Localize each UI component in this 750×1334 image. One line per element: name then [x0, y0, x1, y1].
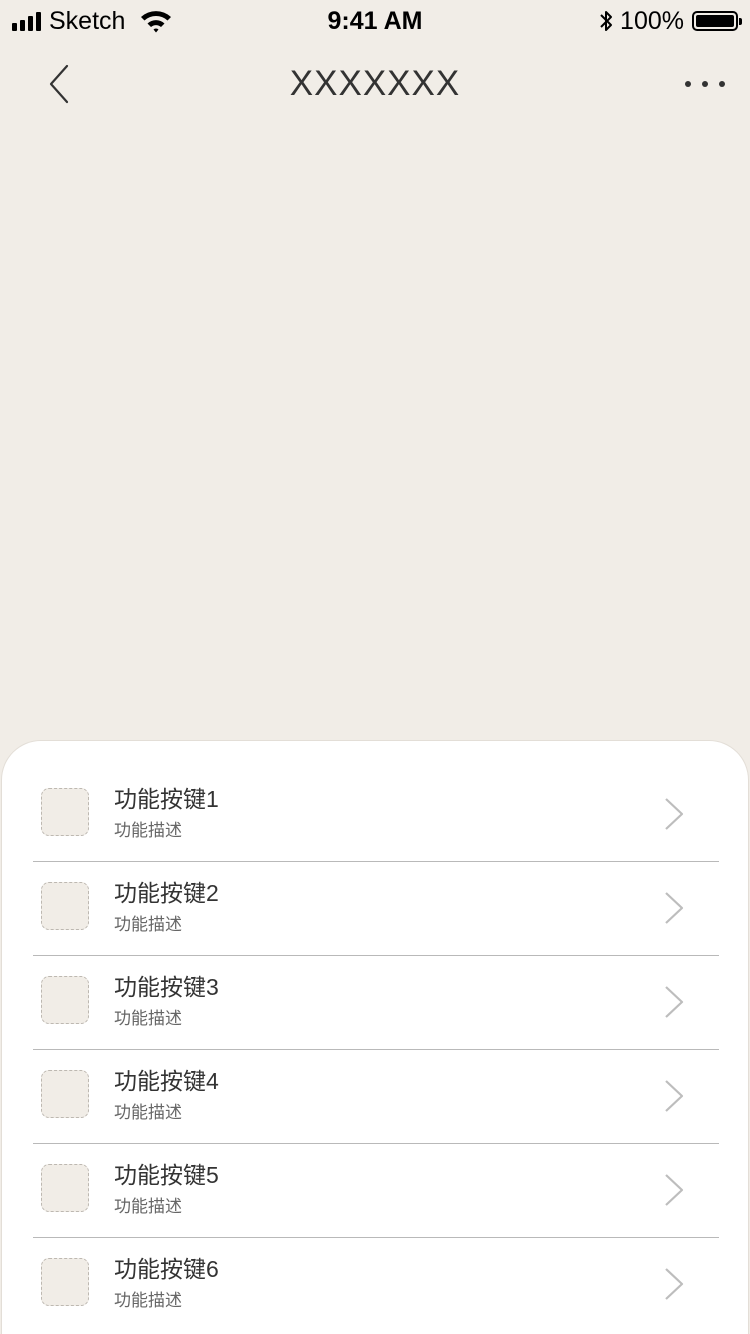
placeholder-icon [41, 1164, 89, 1212]
item-title: 功能按键3 [114, 974, 219, 1000]
item-title: 功能按键5 [114, 1162, 219, 1188]
chevron-right-icon [665, 1268, 684, 1300]
function-list: 功能按键1 功能描述 功能按键2 功能描述 功能按键3 功能描述 功能按键4 功… [33, 768, 719, 1331]
item-description: 功能描述 [114, 1009, 182, 1028]
status-right: 100% [598, 6, 742, 36]
chevron-right-icon [665, 798, 684, 830]
placeholder-icon [41, 1070, 89, 1118]
bottom-sheet: 功能按键1 功能描述 功能按键2 功能描述 功能按键3 功能描述 功能按键4 功… [1, 740, 749, 1334]
page-title: XXXXXXX [289, 64, 461, 103]
chevron-right-icon [665, 986, 684, 1018]
item-title: 功能按键6 [114, 1256, 219, 1282]
battery-icon [692, 11, 742, 31]
list-item[interactable]: 功能按键2 功能描述 [33, 862, 719, 956]
placeholder-icon [41, 882, 89, 930]
item-description: 功能描述 [114, 1291, 182, 1310]
more-dots-icon[interactable] [680, 68, 730, 100]
item-description: 功能描述 [114, 915, 182, 934]
chevron-right-icon [665, 1080, 684, 1112]
chevron-right-icon [665, 1174, 684, 1206]
list-item[interactable]: 功能按键6 功能描述 [33, 1238, 719, 1331]
item-title: 功能按键2 [114, 880, 219, 906]
item-description: 功能描述 [114, 1197, 182, 1216]
list-item[interactable]: 功能按键4 功能描述 [33, 1050, 719, 1144]
placeholder-icon [41, 976, 89, 1024]
item-title: 功能按键1 [114, 786, 219, 812]
placeholder-icon [41, 1258, 89, 1306]
list-item[interactable]: 功能按键5 功能描述 [33, 1144, 719, 1238]
item-description: 功能描述 [114, 821, 182, 840]
nav-bar: XXXXXXX [0, 44, 750, 124]
list-item[interactable]: 功能按键3 功能描述 [33, 956, 719, 1050]
list-item[interactable]: 功能按键1 功能描述 [33, 768, 719, 862]
chevron-right-icon [665, 892, 684, 924]
item-description: 功能描述 [114, 1103, 182, 1122]
battery-percent: 100% [620, 7, 684, 35]
placeholder-icon [41, 788, 89, 836]
bluetooth-icon [600, 11, 613, 31]
status-bar: Sketch 9:41 AM 100% [0, 0, 750, 40]
item-title: 功能按键4 [114, 1068, 219, 1094]
battery-fill [696, 15, 734, 27]
